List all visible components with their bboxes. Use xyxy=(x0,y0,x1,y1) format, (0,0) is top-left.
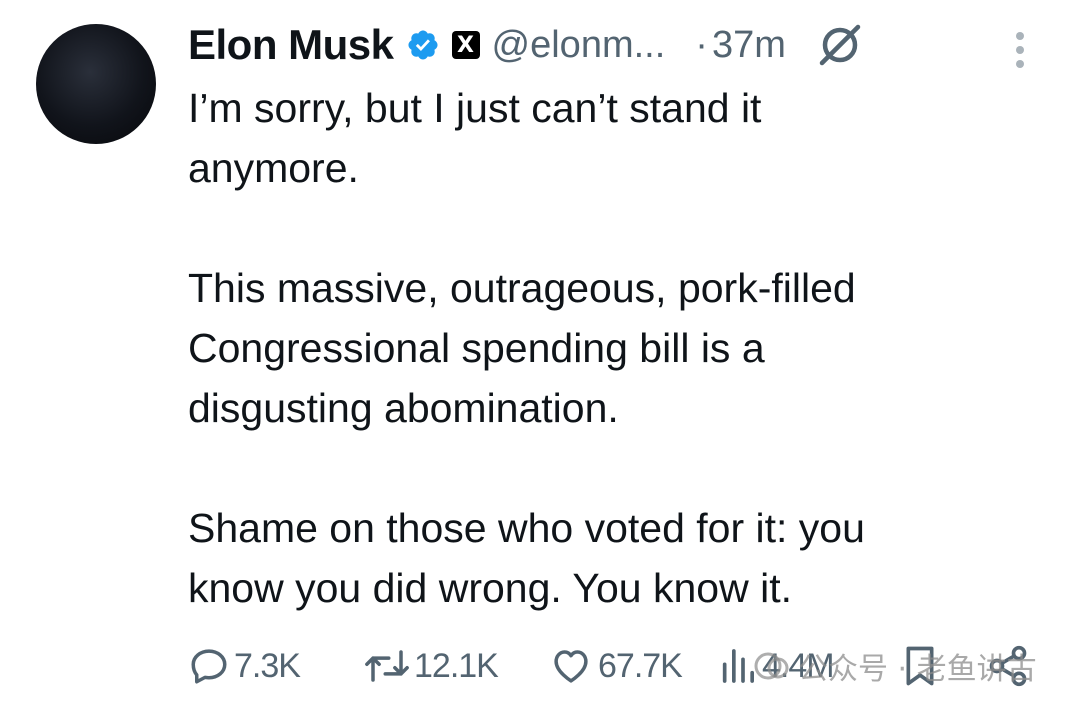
like-count: 67.7K xyxy=(598,646,683,685)
repost-icon xyxy=(365,650,409,682)
tweet-text: I’m sorry, but I just can’t stand it any… xyxy=(188,85,865,611)
x-affiliate-badge: X xyxy=(451,31,480,59)
repost-count: 12.1K xyxy=(414,646,499,685)
repost-button[interactable]: 12.1K xyxy=(364,645,499,687)
wechat-logo-icon xyxy=(754,652,789,680)
grok-icon[interactable] xyxy=(816,21,864,69)
reply-icon xyxy=(191,649,227,684)
watermark: 公众号 · 老鱼讲古 xyxy=(752,644,1037,688)
reply-count: 7.3K xyxy=(234,646,301,685)
separator-dot: · xyxy=(695,23,708,66)
reply-button[interactable]: 7.3K xyxy=(188,645,301,687)
author-handle[interactable]: @elonm... xyxy=(492,24,666,67)
heart-icon xyxy=(554,650,588,683)
more-options-icon[interactable] xyxy=(1008,28,1032,72)
like-button[interactable]: 67.7K xyxy=(548,645,683,687)
tweet-header: Elon Musk X @elonm... · 37m xyxy=(188,18,1048,72)
tweet-time[interactable]: 37m xyxy=(712,24,786,67)
verified-badge-icon xyxy=(408,30,438,60)
watermark-text: 公众号 · 老鱼讲古 xyxy=(798,652,1037,687)
author-avatar[interactable] xyxy=(36,24,156,144)
author-name[interactable]: Elon Musk xyxy=(188,21,394,69)
